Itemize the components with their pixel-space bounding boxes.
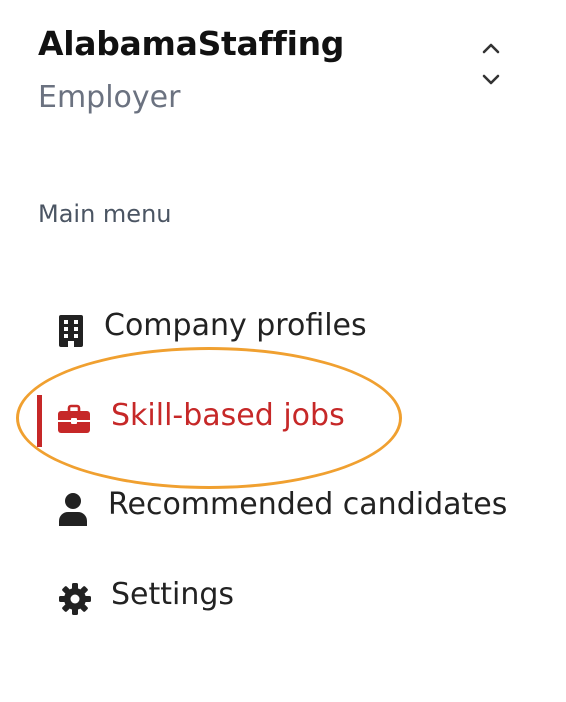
active-indicator — [37, 395, 42, 447]
main-menu-heading: Main menu — [38, 200, 172, 228]
nav-item-label: Skill-based jobs — [111, 398, 345, 433]
briefcase-icon — [57, 403, 91, 437]
gear-icon — [58, 582, 92, 616]
organization-name: AlabamaStaffing — [38, 24, 345, 63]
organization-role: Employer — [38, 80, 181, 115]
nav-item-label: Recommended candidates — [108, 487, 508, 522]
nav-item-label: Settings — [111, 577, 235, 612]
nav-item-settings[interactable]: Settings — [0, 564, 566, 634]
building-icon — [54, 313, 88, 347]
nav-item-skill-based-jobs[interactable]: Skill-based jobs — [0, 385, 566, 455]
chevron-up-down-icon[interactable] — [474, 38, 508, 92]
nav-item-label: Company profiles — [104, 308, 367, 343]
nav-item-company-profiles[interactable]: Company profiles — [0, 295, 566, 365]
nav-item-recommended-candidates[interactable]: Recommended candidates — [0, 474, 566, 544]
user-icon — [56, 492, 90, 526]
organization-switcher[interactable]: AlabamaStaffing Employer — [0, 0, 566, 140]
